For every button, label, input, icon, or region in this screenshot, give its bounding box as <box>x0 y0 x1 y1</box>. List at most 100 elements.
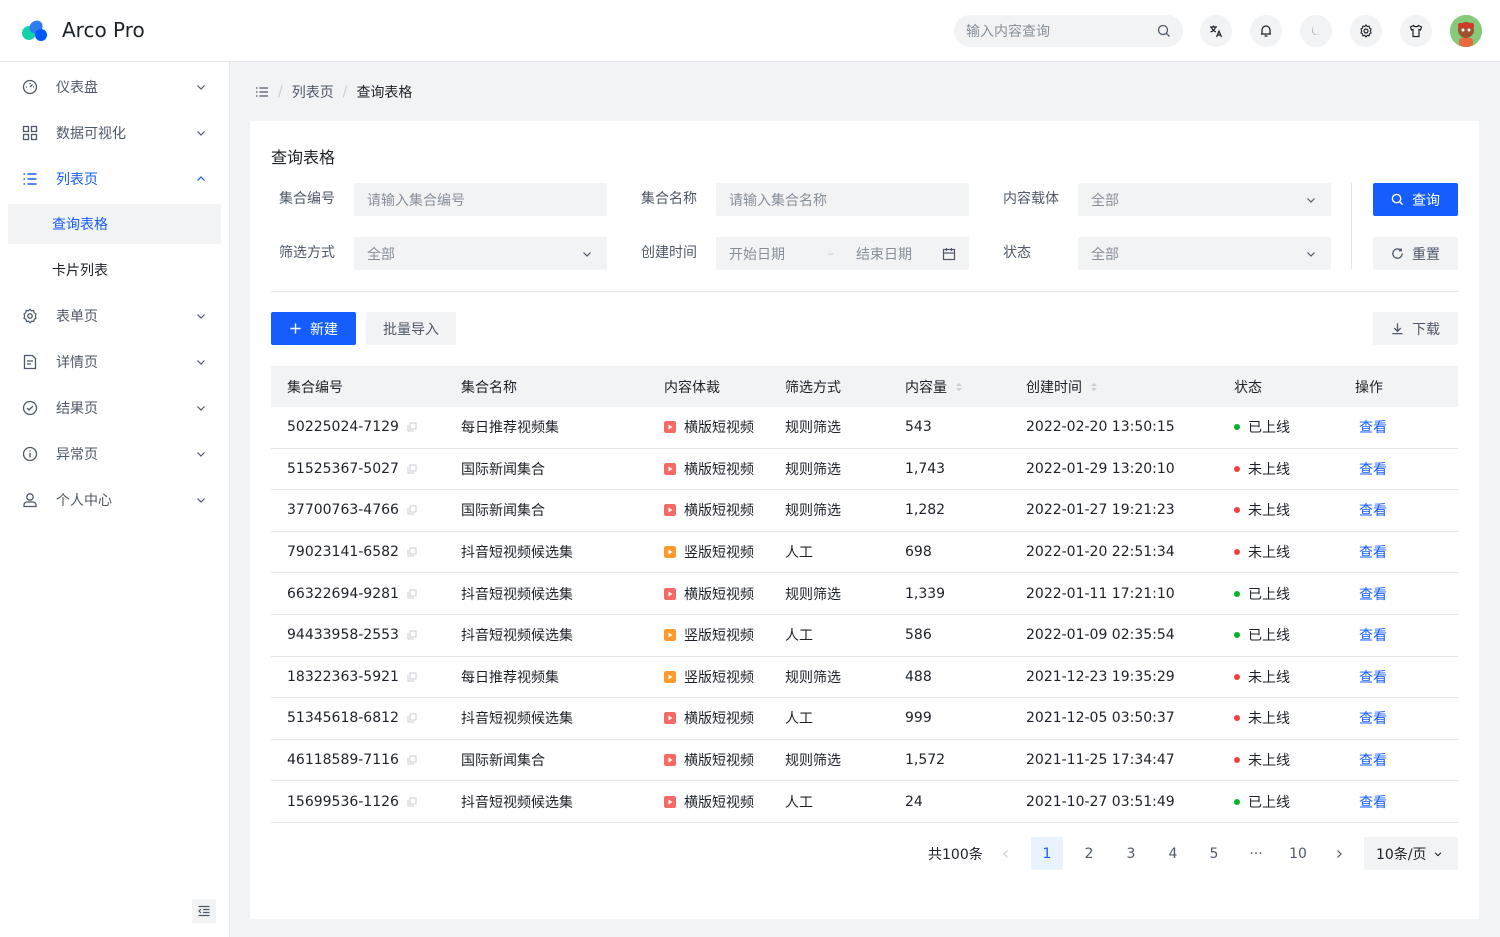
cell-count-text: 1,339 <box>905 585 946 602</box>
cell-action: 查看 <box>1339 542 1458 562</box>
sidebar-item-user-center[interactable]: 个人中心 <box>8 480 221 520</box>
cell-genre: 横版短视频 <box>648 708 769 728</box>
sidebar-item-exception[interactable]: 异常页 <box>8 434 221 474</box>
date-range-picker[interactable]: 开始日期 – 结束日期 <box>716 237 969 270</box>
settings-button[interactable] <box>1350 15 1382 47</box>
search-input[interactable]: 输入内容查询 <box>954 15 1183 47</box>
copy-icon[interactable] <box>407 630 417 640</box>
status-dot <box>1234 507 1240 514</box>
copy-icon[interactable] <box>407 797 417 807</box>
cell-action: 查看 <box>1339 667 1458 687</box>
view-link[interactable]: 查看 <box>1359 625 1387 645</box>
cell-name: 国际新闻集合 <box>445 750 648 770</box>
top-navbar: Arco Pro 输入内容查询 <box>0 0 1500 62</box>
batch-import-button[interactable]: 批量导入 <box>366 312 456 345</box>
skin-button[interactable] <box>1400 15 1432 47</box>
sidebar-item-label: 结果页 <box>56 401 98 417</box>
cell-filter: 人工 <box>769 792 889 812</box>
cell-filter-text: 人工 <box>785 794 813 811</box>
cell-time-text: 2021-12-23 19:35:29 <box>1026 668 1175 685</box>
breadcrumb-item[interactable]: 列表页 <box>292 82 334 102</box>
sort-icon[interactable] <box>955 382 963 392</box>
cell-name-text: 国际新闻集合 <box>461 503 545 520</box>
chevron-down-icon <box>197 452 205 457</box>
sidebar-item-visualization[interactable]: 数据可视化 <box>8 113 221 153</box>
cell-status: 未上线 <box>1218 708 1339 728</box>
cell-action: 查看 <box>1339 500 1458 520</box>
download-button[interactable]: 下载 <box>1373 312 1458 345</box>
cell-time-text: 2022-02-20 13:50:15 <box>1026 419 1175 436</box>
sidebar-item-form[interactable]: 表单页 <box>8 296 221 336</box>
cell-id: 46118589-7116 <box>271 752 445 768</box>
view-link[interactable]: 查看 <box>1359 542 1387 562</box>
sidebar-item-list[interactable]: 列表页 <box>8 159 221 199</box>
end-date-placeholder: 结束日期 <box>856 246 912 263</box>
new-button[interactable]: 新建 <box>271 312 356 345</box>
cell-filter-text: 人工 <box>785 628 813 645</box>
page-3[interactable]: 3 <box>1115 837 1147 870</box>
cell-name: 抖音短视频候选集 <box>445 542 648 562</box>
sidebar-subitem-query-table[interactable]: 查询表格 <box>8 204 221 244</box>
page-5[interactable]: 5 <box>1198 837 1230 870</box>
sort-icon[interactable] <box>1090 382 1098 392</box>
view-link[interactable]: 查看 <box>1359 584 1387 604</box>
filter-select[interactable]: 全部 <box>354 237 607 270</box>
translate-icon <box>1210 25 1223 38</box>
copy-icon[interactable] <box>407 547 417 557</box>
status-select[interactable]: 全部 <box>1078 237 1331 270</box>
copy-icon[interactable] <box>407 755 417 765</box>
sidebar-collapse-button[interactable] <box>192 899 216 923</box>
view-link[interactable]: 查看 <box>1359 750 1387 770</box>
avatar[interactable] <box>1450 15 1482 47</box>
view-link[interactable]: 查看 <box>1359 417 1387 437</box>
name-input[interactable]: 请输入集合名称 <box>716 183 969 216</box>
page-4[interactable]: 4 <box>1157 837 1189 870</box>
cell-genre: 横版短视频 <box>648 500 769 520</box>
cell-action: 查看 <box>1339 584 1458 604</box>
language-button[interactable] <box>1200 15 1232 47</box>
cell-count: 999 <box>889 710 1010 726</box>
view-link[interactable]: 查看 <box>1359 459 1387 479</box>
cell-name: 每日推荐视频集 <box>445 667 648 687</box>
sidebar-item-detail[interactable]: 详情页 <box>8 342 221 382</box>
next-page-button[interactable] <box>1323 837 1355 870</box>
copy-icon[interactable] <box>407 589 417 599</box>
copy-icon[interactable] <box>407 464 417 474</box>
tshirt-icon <box>1409 24 1423 38</box>
carrier-select[interactable]: 全部 <box>1078 183 1331 216</box>
reset-button[interactable]: 重置 <box>1373 237 1458 270</box>
vertical-video-icon <box>664 546 676 559</box>
view-link[interactable]: 查看 <box>1359 792 1387 812</box>
cell-genre-text: 横版短视频 <box>684 420 754 437</box>
cell-count: 1,282 <box>889 502 1010 518</box>
sidebar-item-dashboard[interactable]: 仪表盘 <box>8 67 221 107</box>
id-input[interactable]: 请输入集合编号 <box>354 183 607 216</box>
copy-icon[interactable] <box>407 713 417 723</box>
prev-page-button[interactable] <box>990 837 1022 870</box>
page-ellipsis[interactable]: ··· <box>1240 837 1272 870</box>
cell-name-text: 抖音短视频候选集 <box>461 628 573 645</box>
search-icon <box>1157 24 1170 37</box>
page-2[interactable]: 2 <box>1073 837 1105 870</box>
cell-genre-text: 横版短视频 <box>684 586 754 603</box>
view-link[interactable]: 查看 <box>1359 667 1387 687</box>
status-dot <box>1234 549 1240 556</box>
page-10[interactable]: 10 <box>1282 837 1314 870</box>
copy-icon[interactable] <box>407 672 417 682</box>
page-size-select[interactable]: 10条/页 <box>1364 837 1458 870</box>
carrier-value: 全部 <box>1091 192 1119 209</box>
sidebar-subitem-card-list[interactable]: 卡片列表 <box>8 250 221 290</box>
sidebar-item-result[interactable]: 结果页 <box>8 388 221 428</box>
page-1[interactable]: 1 <box>1031 837 1063 870</box>
theme-toggle-button[interactable] <box>1300 15 1332 47</box>
copy-icon[interactable] <box>407 422 417 432</box>
copy-icon[interactable] <box>407 505 417 515</box>
view-link[interactable]: 查看 <box>1359 708 1387 728</box>
status-dot <box>1234 465 1240 472</box>
query-button[interactable]: 查询 <box>1373 183 1458 216</box>
calendar-icon <box>942 247 956 260</box>
column-header-count[interactable]: 内容量 <box>889 377 1010 397</box>
notification-button[interactable] <box>1250 15 1282 47</box>
column-header-time[interactable]: 创建时间 <box>1010 377 1218 397</box>
view-link[interactable]: 查看 <box>1359 500 1387 520</box>
